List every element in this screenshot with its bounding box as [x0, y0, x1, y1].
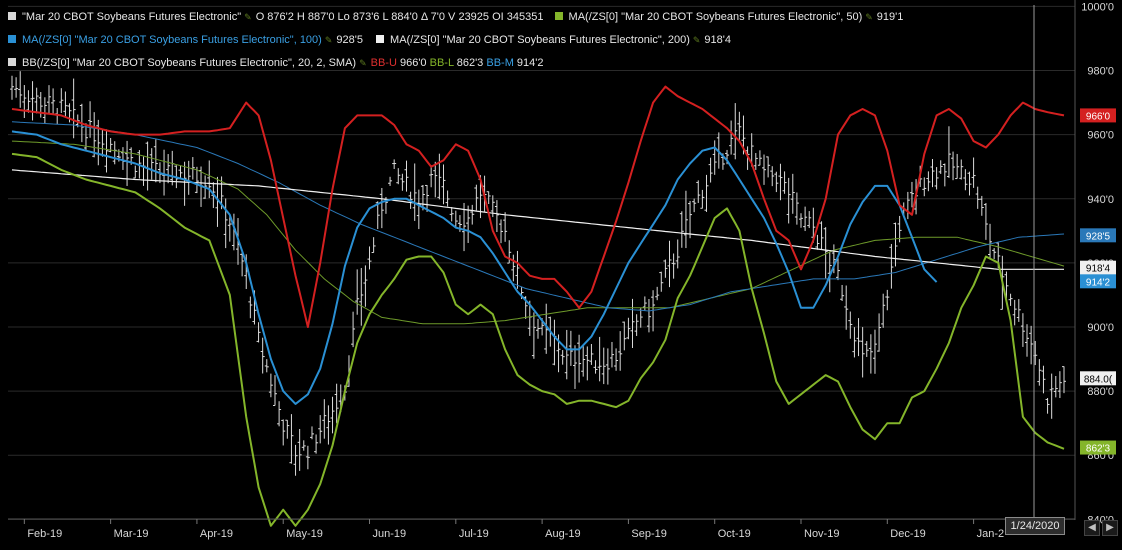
ma200-swatch — [376, 35, 385, 43]
y-tick-label: 880'0 — [1087, 386, 1114, 398]
ma200-label[interactable]: MA(/ZS[0] "Mar 20 CBOT Soybeans Futures … — [390, 34, 690, 46]
x-tick-label: Aug-19 — [545, 528, 580, 540]
x-tick-label: Dec-19 — [890, 528, 925, 540]
ma200-value: 918'4 — [704, 34, 731, 46]
arrow-left-icon[interactable]: ◀ — [1084, 520, 1100, 536]
pencil-icon[interactable]: ✎ — [865, 7, 873, 28]
price-label: 914'2 — [1080, 274, 1116, 289]
x-tick-label: Feb-19 — [27, 528, 62, 540]
x-tick-label: Oct-19 — [718, 528, 751, 540]
arrow-right-icon[interactable]: ▶ — [1102, 520, 1118, 536]
bbu-value: 966'0 — [399, 57, 427, 69]
x-tick-label: Jan-2 — [977, 528, 1005, 540]
price-label: 884.0( — [1080, 371, 1116, 386]
legend-row-1: "Mar 20 CBOT Soybeans Futures Electronic… — [8, 7, 903, 28]
y-tick-label: 1000'0 — [1081, 1, 1114, 13]
x-tick-label: Jun-19 — [373, 528, 407, 540]
x-tick-label: Mar-19 — [114, 528, 149, 540]
price-label-text: 928'5 — [1086, 231, 1111, 242]
bbm-label: BB-M — [486, 57, 514, 69]
ma50-value: 919'1 — [876, 11, 904, 23]
bb-label[interactable]: BB(/ZS[0] "Mar 20 CBOT Soybeans Futures … — [22, 57, 356, 69]
price-chart[interactable]: 1000'0980'0960'0940'0920'0900'0880'0860'… — [0, 0, 1122, 545]
y-tick-label: 980'0 — [1087, 66, 1114, 78]
ma100-value: 928'5 — [336, 34, 363, 46]
bbm-value: 914'2 — [516, 57, 544, 69]
legend-row-3: BB(/ZS[0] "Mar 20 CBOT Soybeans Futures … — [8, 53, 544, 74]
x-tick-label: Nov-19 — [804, 528, 839, 540]
ma50-swatch — [554, 12, 563, 20]
y-tick-label: 940'0 — [1087, 194, 1114, 206]
pencil-icon[interactable]: ✎ — [359, 53, 367, 74]
price-label-text: 966'0 — [1086, 111, 1111, 122]
price-label: 928'5 — [1080, 228, 1116, 243]
bbl-label: BB-L — [429, 57, 454, 69]
crosshair-date-label: 1/24/2020 — [1005, 517, 1065, 535]
y-tick-label: 960'0 — [1087, 130, 1114, 142]
legend-row-2: MA(/ZS[0] "Mar 20 CBOT Soybeans Futures … — [8, 30, 731, 51]
ma50-label[interactable]: MA(/ZS[0] "Mar 20 CBOT Soybeans Futures … — [569, 11, 863, 23]
pencil-icon[interactable]: ✎ — [244, 7, 252, 28]
symbol-name[interactable]: "Mar 20 CBOT Soybeans Futures Electronic… — [22, 11, 241, 23]
price-label-text: 918'4 — [1086, 264, 1111, 275]
x-tick-label: May-19 — [286, 528, 323, 540]
ma100-swatch — [8, 35, 16, 43]
bbu-label: BB-U — [370, 57, 397, 69]
price-label-text: 862'3 — [1086, 444, 1111, 455]
x-tick-label: Jul-19 — [459, 528, 489, 540]
ma100-label[interactable]: MA(/ZS[0] "Mar 20 CBOT Soybeans Futures … — [22, 34, 322, 46]
price-label: 966'0 — [1080, 108, 1116, 123]
bbl-value: 862'3 — [456, 57, 484, 69]
pencil-icon[interactable]: ✎ — [693, 30, 701, 51]
price-label-text: 914'2 — [1086, 277, 1111, 288]
ohlc-readout: O 876'2 H 887'0 Lo 873'6 L 884'0 Δ 7'0 V… — [255, 11, 544, 23]
symbol-swatch — [8, 12, 16, 20]
price-label-text: 884.0( — [1084, 374, 1113, 385]
x-tick-label: Sep-19 — [631, 528, 666, 540]
y-tick-label: 900'0 — [1087, 322, 1114, 334]
chart-area[interactable]: 1000'0980'0960'0940'0920'0900'0880'0860'… — [0, 0, 1122, 545]
price-label: 918'4 — [1080, 260, 1116, 275]
pencil-icon[interactable]: ✎ — [325, 30, 333, 51]
bb-swatch — [8, 58, 16, 66]
x-tick-label: Apr-19 — [200, 528, 233, 540]
price-label: 862'3 — [1080, 440, 1116, 455]
